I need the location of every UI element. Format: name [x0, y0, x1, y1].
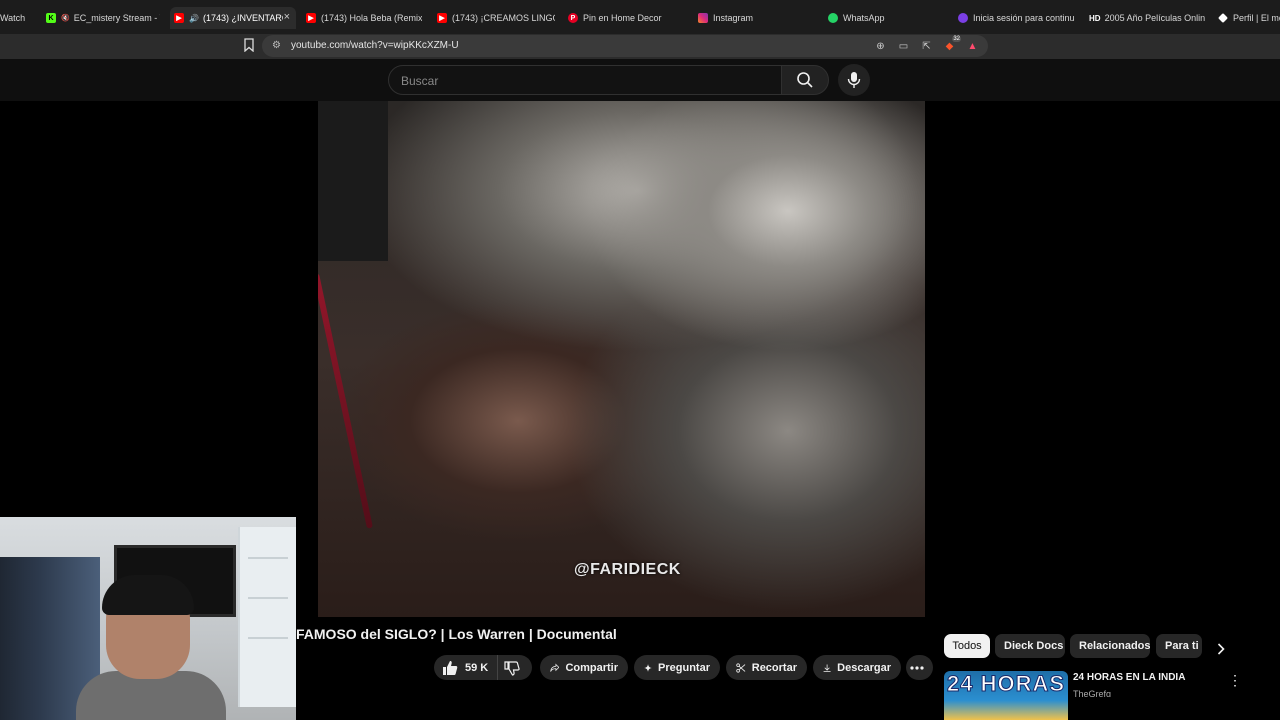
- more-vertical-icon[interactable]: ⋮: [1228, 672, 1242, 688]
- tab-label: (1743) ¡CREAMOS LINGOTE: [452, 13, 555, 23]
- cast-icon[interactable]: ▭: [896, 39, 911, 53]
- webcam-person: [76, 575, 226, 720]
- zoom-icon[interactable]: ⊕: [873, 39, 888, 53]
- tab-pinterest[interactable]: P Pin en Home Decor: [564, 7, 684, 29]
- recommended-thumbnail[interactable]: 24 HORAS: [944, 671, 1068, 720]
- address-bar-icons: ⊕ ▭ ⇱ ◆ 32 ▲: [873, 36, 980, 53]
- tab-youtube-lingote[interactable]: ▶ (1743) ¡CREAMOS LINGOTE: [433, 7, 555, 29]
- chip-all[interactable]: Todos: [944, 634, 990, 658]
- youtube-icon: ▶: [174, 13, 184, 23]
- chip-for-you[interactable]: Para ti: [1156, 634, 1202, 658]
- browser-toolbar: ⚙ youtube.com/watch?v=wipKKcXZM-U ⊕ ▭ ⇱ …: [0, 34, 1280, 59]
- address-bar[interactable]: ⚙ youtube.com/watch?v=wipKKcXZM-U ⊕ ▭ ⇱ …: [262, 35, 988, 57]
- share-arrow-icon: [550, 663, 560, 672]
- address-url[interactable]: youtube.com/watch?v=wipKKcXZM-U: [291, 40, 459, 51]
- voice-search-button[interactable]: [838, 64, 870, 96]
- search-placeholder: Buscar: [401, 74, 439, 88]
- tab-youtube-hola-beba[interactable]: ▶ (1743) Hola Beba (Remix) -: [302, 7, 422, 29]
- close-tab-icon[interactable]: ×: [284, 11, 290, 23]
- tab-label: Watch: [0, 13, 26, 23]
- search-button[interactable]: [781, 65, 829, 95]
- instagram-icon: [698, 13, 708, 23]
- video-frame-shadow: [318, 101, 388, 261]
- brave-shields-icon[interactable]: ◆ 32: [942, 36, 961, 53]
- tab-label: 2005 Año Películas Online |: [1104, 13, 1205, 23]
- sparkle-icon: [644, 663, 653, 672]
- tab-label: EC_mistery Stream - Wa: [73, 13, 160, 23]
- kick-icon: K: [46, 13, 56, 23]
- tab-watch[interactable]: Watch: [0, 7, 32, 29]
- recommended-title[interactable]: 24 HORAS EN LA INDIA: [1073, 672, 1185, 683]
- download-icon: [823, 663, 831, 672]
- chip-related[interactable]: Relacionados: [1070, 634, 1150, 658]
- tab-label: WhatsApp: [843, 13, 885, 23]
- recommended-channel[interactable]: TheGrefg: [1073, 689, 1111, 697]
- thumbnail-text: 24 HORAS: [946, 671, 1066, 697]
- microphone-icon: [847, 72, 861, 88]
- clip-button[interactable]: Recortar: [726, 655, 807, 680]
- search-input[interactable]: Buscar: [388, 65, 782, 95]
- tab-label: Instagram: [713, 13, 754, 23]
- clip-label: Recortar: [751, 661, 797, 674]
- browser-tab-strip: Watch K 🔇 EC_mistery Stream - Wa ▶ 🔊 (17…: [0, 0, 1280, 34]
- share-label: Compartir: [565, 661, 618, 674]
- pinterest-icon: P: [568, 13, 578, 23]
- ask-label: Preguntar: [658, 661, 710, 674]
- site-settings-icon[interactable]: ⚙: [272, 40, 281, 51]
- like-count: 59 K: [465, 661, 489, 674]
- dislike-button[interactable]: [498, 655, 532, 680]
- tab-label: (1743) Hola Beba (Remix) -: [321, 13, 422, 23]
- webcam-overlay: [0, 517, 296, 720]
- video-title: FAMOSO del SIGLO? | Los Warren | Documen…: [296, 626, 617, 642]
- tab-label: Inicia sesión para continuar: [973, 13, 1074, 23]
- video-frame-object: [318, 273, 373, 529]
- shields-badge: 32: [952, 36, 961, 42]
- like-dislike-group: 59 K: [434, 655, 532, 680]
- video-player[interactable]: @FARIDIECK: [318, 101, 925, 617]
- search-icon: [797, 72, 813, 88]
- video-watermark: @FARIDIECK: [574, 561, 681, 578]
- tab-instagram[interactable]: Instagram: [694, 7, 814, 29]
- tab-login[interactable]: Inicia sesión para continuar: [954, 7, 1074, 29]
- download-button[interactable]: Descargar: [813, 655, 901, 680]
- tab-label: Perfil | El me: [1233, 13, 1280, 23]
- hd-icon: HD: [1089, 13, 1101, 23]
- thumbs-down-icon: [504, 660, 520, 676]
- brave-rewards-icon[interactable]: ▲: [965, 39, 980, 53]
- chips-next-button[interactable]: [1212, 640, 1230, 658]
- more-actions-button[interactable]: [906, 655, 933, 680]
- audio-playing-icon[interactable]: 🔊: [189, 14, 199, 23]
- tab-perfil[interactable]: Perfil | El me: [1214, 7, 1280, 29]
- share-icon[interactable]: ⇱: [919, 39, 934, 53]
- thumbs-up-icon: [443, 660, 458, 675]
- like-button[interactable]: 59 K: [434, 655, 498, 680]
- youtube-header: Buscar: [0, 59, 1280, 101]
- tab-youtube-active[interactable]: ▶ 🔊 (1743) ¿INVENTARO ×: [170, 7, 296, 29]
- chevron-right-icon: [1217, 643, 1225, 655]
- download-label: Descargar: [837, 661, 891, 674]
- tab-label: (1743) ¿INVENTARO: [202, 13, 283, 23]
- tab-whatsapp[interactable]: WhatsApp: [824, 7, 944, 29]
- muted-icon: 🔇: [61, 15, 70, 22]
- tab-peliculas[interactable]: HD 2005 Año Películas Online |: [1085, 7, 1205, 29]
- site-icon: [958, 13, 968, 23]
- ask-button[interactable]: Preguntar: [634, 655, 720, 680]
- chip-dieck-docs[interactable]: Dieck Docs: [995, 634, 1065, 658]
- whatsapp-icon: [828, 13, 838, 23]
- diamond-icon: [1218, 13, 1228, 23]
- scissors-icon: [736, 662, 746, 673]
- share-button[interactable]: Compartir: [540, 655, 628, 680]
- youtube-icon: ▶: [306, 13, 316, 23]
- youtube-icon: ▶: [437, 13, 447, 23]
- webcam-shelf: [238, 527, 296, 707]
- more-horizontal-icon: [909, 665, 924, 670]
- bookmark-icon[interactable]: [244, 38, 254, 52]
- tab-label: Pin en Home Decor: [583, 13, 662, 23]
- tab-kick-stream[interactable]: K 🔇 EC_mistery Stream - Wa: [42, 7, 160, 29]
